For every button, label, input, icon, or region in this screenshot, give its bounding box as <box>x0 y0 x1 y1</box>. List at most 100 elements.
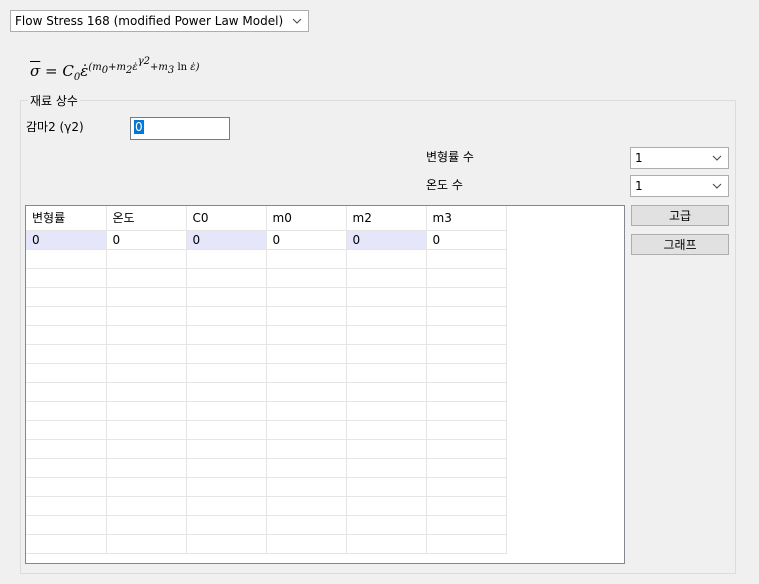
table-cell[interactable] <box>426 401 507 421</box>
table-cell[interactable] <box>106 287 187 307</box>
column-header[interactable]: m3 <box>426 206 507 231</box>
table-cell[interactable] <box>346 534 427 554</box>
table-cell[interactable] <box>186 268 267 288</box>
table-cell[interactable] <box>266 382 347 402</box>
table-cell[interactable] <box>266 249 347 269</box>
temperature-count-select[interactable]: 1 <box>630 175 729 197</box>
table-cell[interactable] <box>266 401 347 421</box>
table-cell[interactable] <box>346 382 427 402</box>
table-cell[interactable] <box>26 306 107 326</box>
table-cell[interactable] <box>26 401 107 421</box>
table-cell[interactable] <box>346 325 427 345</box>
table-row[interactable] <box>26 249 507 269</box>
table-cell[interactable] <box>186 515 267 535</box>
table-cell[interactable]: 0 <box>106 230 187 250</box>
table-row[interactable] <box>26 477 507 497</box>
table-cell[interactable] <box>426 496 507 516</box>
table-row[interactable] <box>26 325 507 345</box>
table-row[interactable] <box>26 287 507 307</box>
table-row[interactable] <box>26 344 507 364</box>
table-cell[interactable] <box>426 382 507 402</box>
table-cell[interactable] <box>106 420 187 440</box>
table-cell[interactable] <box>266 306 347 326</box>
table-cell[interactable] <box>426 439 507 459</box>
advanced-button[interactable]: 고급 <box>631 205 729 226</box>
table-cell[interactable] <box>186 458 267 478</box>
constants-table[interactable]: 변형률 온도 C0 m0 m2 m3 000000 <box>25 205 625 564</box>
table-cell[interactable] <box>426 268 507 288</box>
table-cell[interactable] <box>186 439 267 459</box>
table-cell[interactable]: 0 <box>26 230 107 250</box>
table-cell[interactable] <box>26 287 107 307</box>
table-row[interactable] <box>26 382 507 402</box>
table-cell[interactable] <box>186 306 267 326</box>
table-cell[interactable] <box>346 477 427 497</box>
table-row[interactable] <box>26 439 507 459</box>
table-cell[interactable] <box>266 268 347 288</box>
table-cell[interactable] <box>426 325 507 345</box>
table-cell[interactable] <box>186 363 267 383</box>
table-cell[interactable] <box>26 420 107 440</box>
graph-button[interactable]: 그래프 <box>631 234 729 255</box>
table-row[interactable] <box>26 268 507 288</box>
table-cell[interactable] <box>426 306 507 326</box>
table-cell[interactable] <box>186 420 267 440</box>
table-row[interactable]: 000000 <box>26 230 507 250</box>
table-cell[interactable] <box>266 420 347 440</box>
column-header[interactable]: 온도 <box>106 206 187 231</box>
gamma-input[interactable]: 0 <box>130 117 230 140</box>
table-cell[interactable] <box>26 515 107 535</box>
model-select[interactable]: Flow Stress 168 (modified Power Law Mode… <box>10 10 309 32</box>
table-cell[interactable] <box>426 534 507 554</box>
table-cell[interactable] <box>426 344 507 364</box>
table-cell[interactable] <box>346 268 427 288</box>
table-cell[interactable]: 0 <box>346 230 427 250</box>
table-cell[interactable] <box>26 363 107 383</box>
table-cell[interactable] <box>106 344 187 364</box>
table-cell[interactable] <box>346 249 427 269</box>
table-cell[interactable] <box>186 249 267 269</box>
table-cell[interactable] <box>106 249 187 269</box>
table-cell[interactable] <box>26 249 107 269</box>
table-cell[interactable]: 0 <box>426 230 507 250</box>
table-row[interactable] <box>26 496 507 516</box>
table-row[interactable] <box>26 420 507 440</box>
table-cell[interactable] <box>346 287 427 307</box>
table-cell[interactable] <box>346 458 427 478</box>
table-cell[interactable] <box>426 249 507 269</box>
column-header[interactable]: C0 <box>186 206 267 231</box>
table-cell[interactable] <box>26 496 107 516</box>
table-cell[interactable] <box>186 382 267 402</box>
table-cell[interactable] <box>26 534 107 554</box>
table-cell[interactable] <box>266 325 347 345</box>
table-row[interactable] <box>26 515 507 535</box>
table-cell[interactable] <box>266 496 347 516</box>
column-header[interactable]: 변형률 <box>26 206 107 231</box>
table-cell[interactable] <box>426 287 507 307</box>
table-cell[interactable] <box>186 344 267 364</box>
table-cell[interactable] <box>186 287 267 307</box>
table-cell[interactable] <box>426 477 507 497</box>
table-cell[interactable] <box>26 325 107 345</box>
table-row[interactable] <box>26 458 507 478</box>
table-cell[interactable] <box>346 420 427 440</box>
table-cell[interactable] <box>266 287 347 307</box>
table-cell[interactable] <box>106 477 187 497</box>
table-cell[interactable] <box>106 515 187 535</box>
table-cell[interactable] <box>266 458 347 478</box>
table-cell[interactable] <box>426 420 507 440</box>
table-cell[interactable] <box>26 268 107 288</box>
table-row[interactable] <box>26 306 507 326</box>
table-cell[interactable] <box>426 515 507 535</box>
table-cell[interactable] <box>426 363 507 383</box>
table-cell[interactable] <box>106 401 187 421</box>
table-cell[interactable] <box>106 496 187 516</box>
table-cell[interactable] <box>106 439 187 459</box>
table-cell[interactable] <box>186 534 267 554</box>
table-cell[interactable] <box>266 439 347 459</box>
table-cell[interactable] <box>266 344 347 364</box>
table-cell[interactable] <box>266 477 347 497</box>
table-cell[interactable] <box>26 344 107 364</box>
table-cell[interactable] <box>106 458 187 478</box>
table-cell[interactable] <box>106 382 187 402</box>
